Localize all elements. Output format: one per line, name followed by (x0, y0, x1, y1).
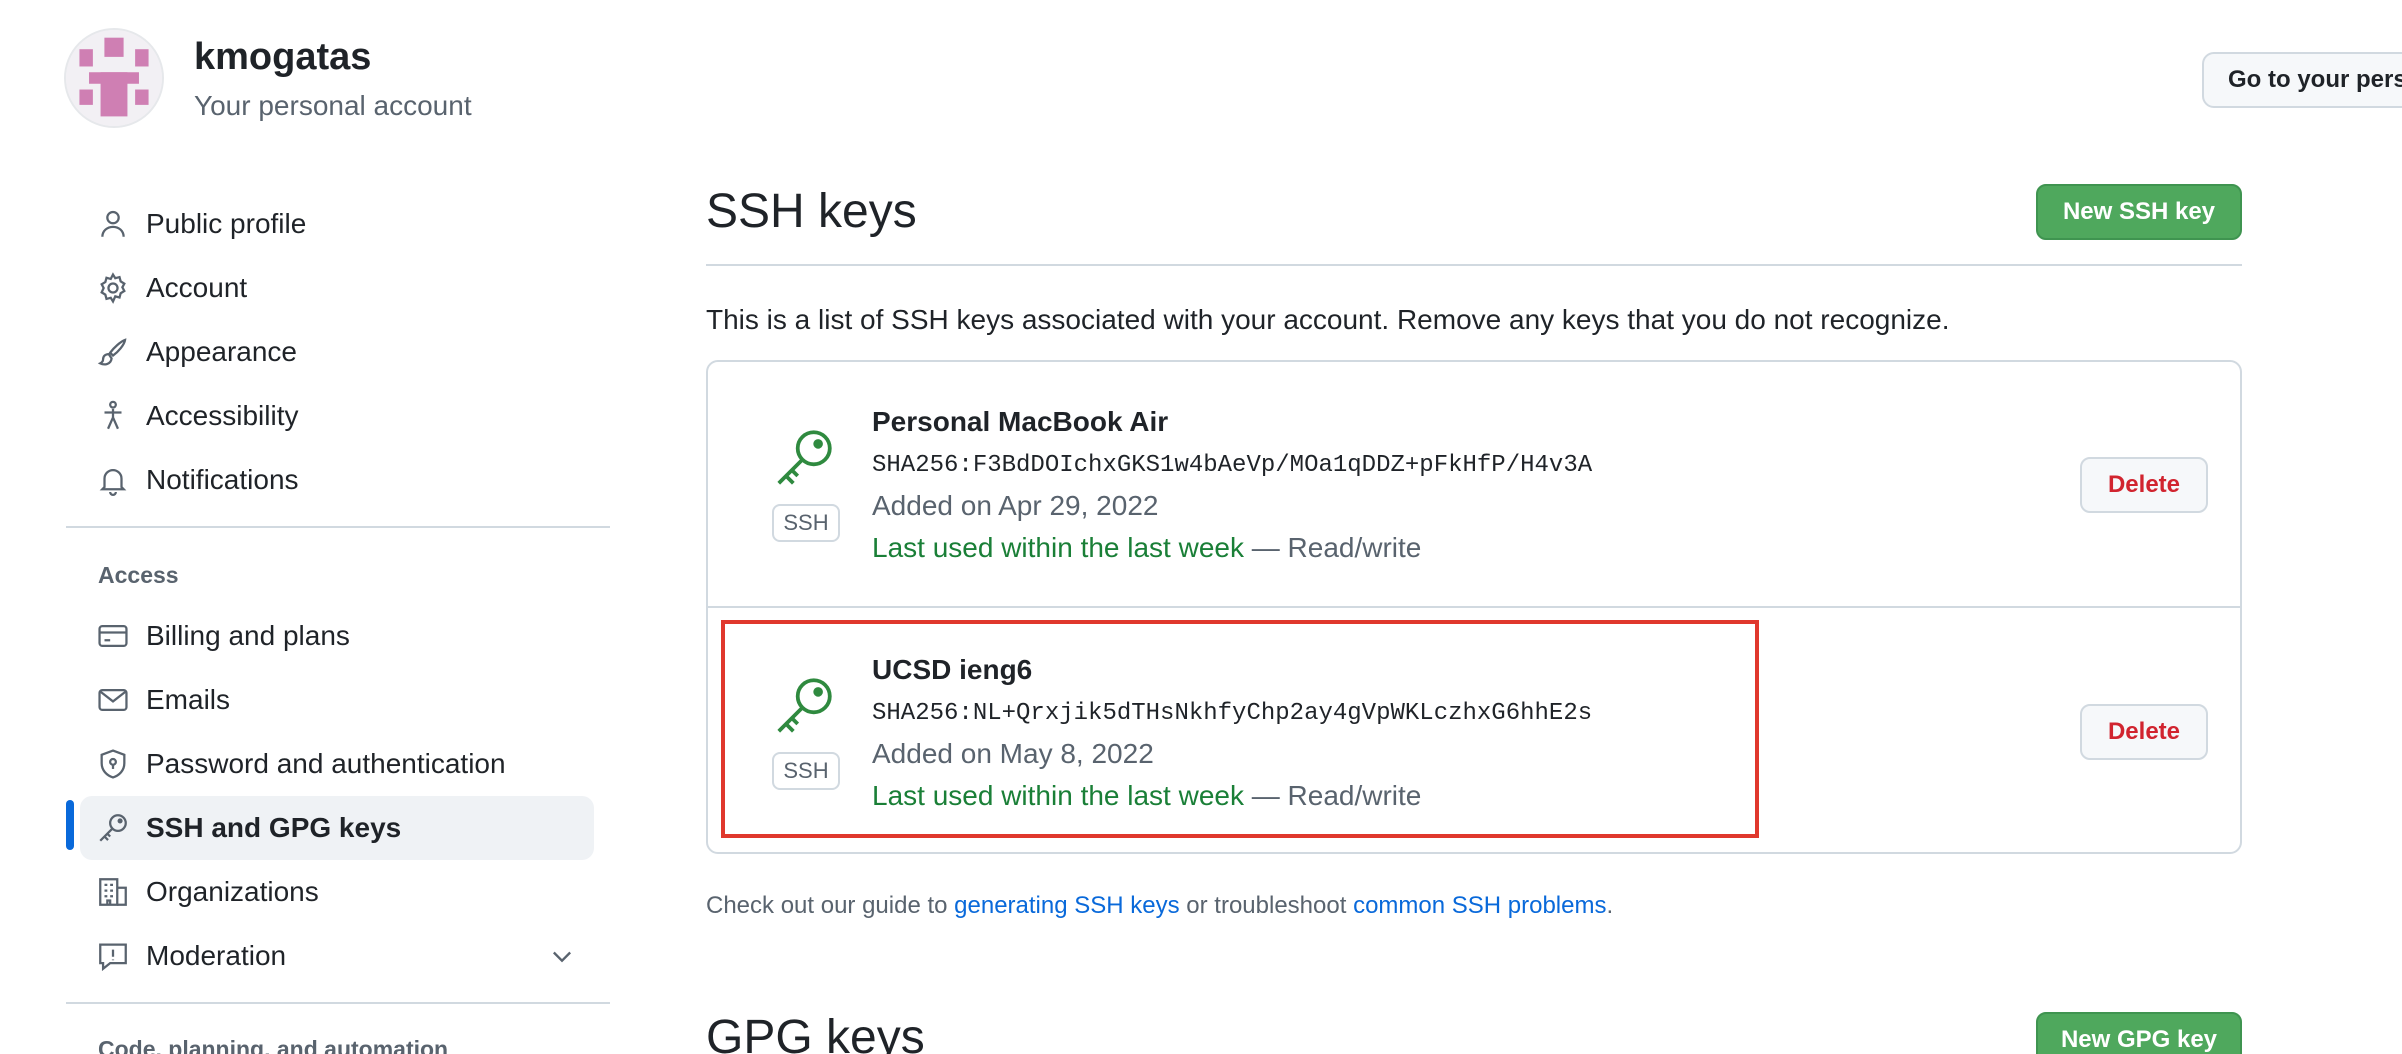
delete-key-button[interactable]: Delete (2080, 704, 2208, 760)
common-ssh-problems-link[interactable]: common SSH problems (1353, 892, 1606, 919)
sidebar-item-label: Public profile (146, 208, 307, 239)
key-row-divider (708, 606, 2240, 608)
sidebar-item-label: Accessibility (146, 400, 299, 431)
sidebar-item-label: Organizations (146, 876, 319, 907)
go-to-profile-button[interactable]: Go to your personal profile (2202, 52, 2402, 108)
organization-icon (96, 875, 130, 909)
sidebar-item-moderation[interactable]: Moderation (80, 924, 594, 988)
key-icon (770, 422, 840, 492)
username: kmogatas (194, 36, 372, 78)
avatar[interactable] (64, 28, 164, 128)
guide-middle: or troubleshoot (1179, 892, 1354, 919)
sidebar-item-label: Emails (146, 684, 231, 715)
code-section-label: Code, planning, and automation (98, 1036, 449, 1054)
sidebar-divider (66, 526, 610, 528)
sidebar-item-organizations[interactable]: Organizations (80, 860, 594, 924)
person-icon (96, 207, 130, 241)
generating-ssh-keys-link[interactable]: generating SSH keys (954, 892, 1179, 919)
sidebar-item-billing[interactable]: Billing and plans (80, 604, 594, 668)
access-section-label: Access (98, 562, 179, 588)
chevron-down-icon[interactable] (548, 942, 576, 970)
sidebar-item-label: Billing and plans (146, 620, 350, 651)
sidebar-item-ssh-gpg-keys[interactable]: SSH and GPG keys (80, 796, 594, 860)
paintbrush-icon (96, 335, 130, 369)
sidebar-item-accessibility[interactable]: Accessibility (80, 384, 594, 448)
account-subtitle: Your personal account (194, 90, 472, 121)
ssh-intro-text: This is a list of SSH keys associated wi… (706, 304, 1950, 335)
key-title: Personal MacBook Air (872, 406, 1169, 437)
sidebar-item-label: Account (146, 272, 248, 303)
sidebar-item-public-profile[interactable]: Public profile (80, 192, 594, 256)
credit-card-icon (96, 619, 130, 653)
sidebar-item-label: Appearance (146, 336, 298, 367)
shield-icon (96, 747, 130, 781)
ssh-badge: SSH (772, 504, 840, 542)
sidebar-divider (66, 1002, 610, 1004)
delete-key-button[interactable]: Delete (2080, 457, 2208, 513)
sidebar-item-label: Password and authentication (146, 748, 506, 779)
key-added-date: Added on Apr 29, 2022 (872, 490, 1159, 521)
key-last-used: Last used within the last week — Read/wr… (872, 532, 1421, 564)
new-gpg-key-button[interactable]: New GPG key (2036, 1012, 2242, 1054)
sidebar-item-emails[interactable]: Emails (80, 668, 594, 732)
page-title: SSH keys (706, 185, 917, 238)
active-indicator (66, 800, 74, 850)
new-ssh-key-button[interactable]: New SSH key (2036, 184, 2242, 240)
bell-icon (96, 463, 130, 497)
sidebar-item-label: Moderation (146, 940, 287, 971)
key-fingerprint: SHA256:F3BdDOIchxGKS1w4bAeVp/MOa1qDDZ+pF… (872, 452, 1593, 479)
sidebar-item-password-authentication[interactable]: Password and authentication (80, 732, 594, 796)
sidebar-item-label: Notifications (146, 464, 299, 495)
ssh-guide-text: Check out our guide to generating SSH ke… (706, 892, 1613, 920)
report-icon (96, 939, 130, 973)
key-icon (96, 811, 130, 845)
sidebar-item-label: SSH and GPG keys (146, 812, 402, 843)
sidebar-item-account[interactable]: Account (80, 256, 594, 320)
highlight-box (721, 620, 1759, 838)
sidebar-item-appearance[interactable]: Appearance (80, 320, 594, 384)
accessibility-icon (96, 399, 130, 433)
title-divider (706, 264, 2242, 266)
gpg-section-title: GPG keys (706, 1011, 925, 1054)
guide-suffix: . (1606, 892, 1614, 919)
guide-prefix: Check out our guide to (706, 892, 955, 919)
gear-icon (96, 271, 130, 305)
sidebar-item-notifications[interactable]: Notifications (80, 448, 594, 512)
last-used-text: Last used within the last week (872, 532, 1244, 563)
access-level: — Read/write (1243, 532, 1422, 563)
mail-icon (96, 683, 130, 717)
